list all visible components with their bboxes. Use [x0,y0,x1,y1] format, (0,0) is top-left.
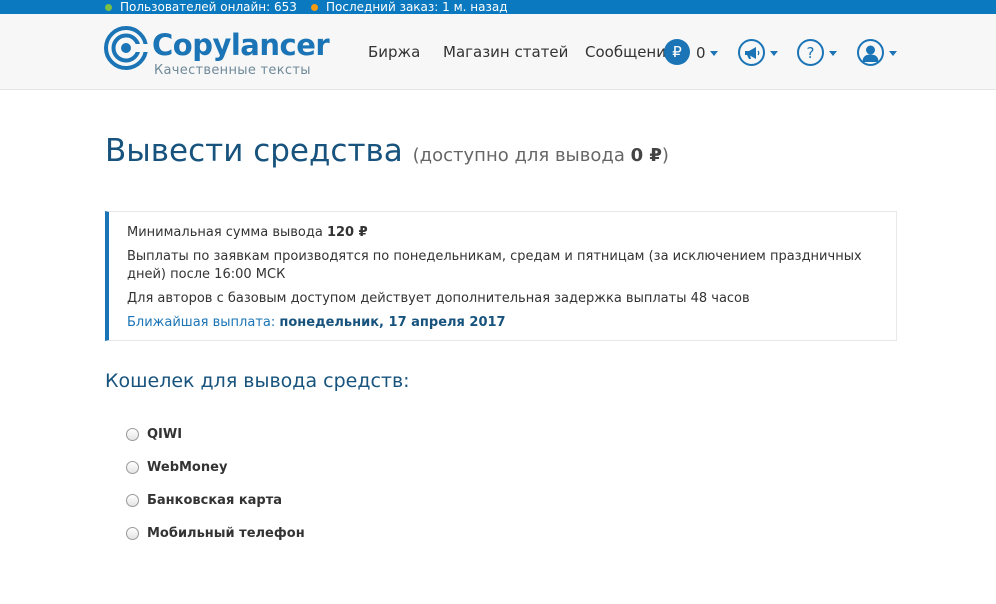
nearest-payout-line: Ближайшая выплата: понедельник, 17 апрел… [127,315,506,330]
nav-article-shop-link[interactable]: Магазин статей [443,43,568,61]
available-amount: 0 ₽ [630,145,662,166]
notifications-chevron-down-icon[interactable] [770,51,778,56]
copylancer-logo-icon [104,26,148,70]
bank-card-radio[interactable] [126,494,139,507]
wallet-label: QIWI [147,427,183,442]
page-title-text: Вывести средства [105,133,403,169]
order-dot-icon [311,3,318,11]
wallet-options: QIWI WebMoney Банковская карта Мобильный… [126,418,305,550]
help-chevron-down-icon[interactable] [829,51,837,56]
user-chevron-down-icon[interactable] [889,51,897,56]
webmoney-radio[interactable] [126,461,139,474]
nav-exchange-link[interactable]: Биржа [368,43,420,61]
site-header: Copylancer Качественные тексты Биржа Маг… [0,14,996,90]
notifications-button[interactable] [738,39,765,66]
wallet-option-mobile-phone[interactable]: Мобильный телефон [126,517,305,550]
nearest-payout-date: понедельник, 17 апреля 2017 [279,315,506,330]
online-users-status: Пользователей онлайн: 653 [105,0,297,14]
nav-messages-link[interactable]: Сообщения [585,43,675,61]
mobile-phone-radio[interactable] [126,527,139,540]
payout-delay-line: Для авторов с базовым доступом действует… [127,291,750,306]
payout-schedule-line: Выплаты по заявкам производятся по понед… [127,249,862,282]
page-title: Вывести средства (доступно для вывода 0 … [105,133,669,169]
payout-info-box: Минимальная сумма вывода 120 ₽ Выплаты п… [105,211,897,341]
online-dot-icon [105,3,112,11]
last-order-text: Последний заказ: 1 м. назад [326,0,508,14]
status-bar: Пользователей онлайн: 653 Последний зака… [0,0,996,14]
wallet-option-bank-card[interactable]: Банковская карта [126,484,305,517]
logo-name: Copylancer [152,28,330,62]
wallet-option-webmoney[interactable]: WebMoney [126,451,305,484]
last-order-status: Последний заказ: 1 м. назад [311,0,508,14]
help-icon: ? [806,43,815,62]
wallet-option-qiwi[interactable]: QIWI [126,418,305,451]
user-menu-button[interactable] [857,39,884,66]
wallet-label: Банковская карта [147,493,283,508]
megaphone-icon [745,46,760,59]
wallet-label: Мобильный телефон [147,526,305,541]
logo-tagline: Качественные тексты [154,63,311,78]
online-users-text: Пользователей онлайн: 653 [120,0,297,14]
wallet-section-title: Кошелек для вывода средств: [105,370,410,392]
help-button[interactable]: ? [797,39,824,66]
available-balance-note: (доступно для вывода 0 ₽) [412,145,669,166]
site-logo[interactable]: Copylancer Качественные тексты [104,26,330,82]
balance-value[interactable]: 0 [696,44,706,62]
min-amount-line: Минимальная сумма вывода 120 ₽ [127,225,368,240]
ruble-coin-icon[interactable]: ₽ [664,39,690,65]
user-icon [862,45,879,62]
qiwi-radio[interactable] [126,428,139,441]
min-amount-value: 120 ₽ [326,225,368,240]
balance-chevron-down-icon[interactable] [710,51,718,56]
wallet-label: WebMoney [147,460,228,475]
